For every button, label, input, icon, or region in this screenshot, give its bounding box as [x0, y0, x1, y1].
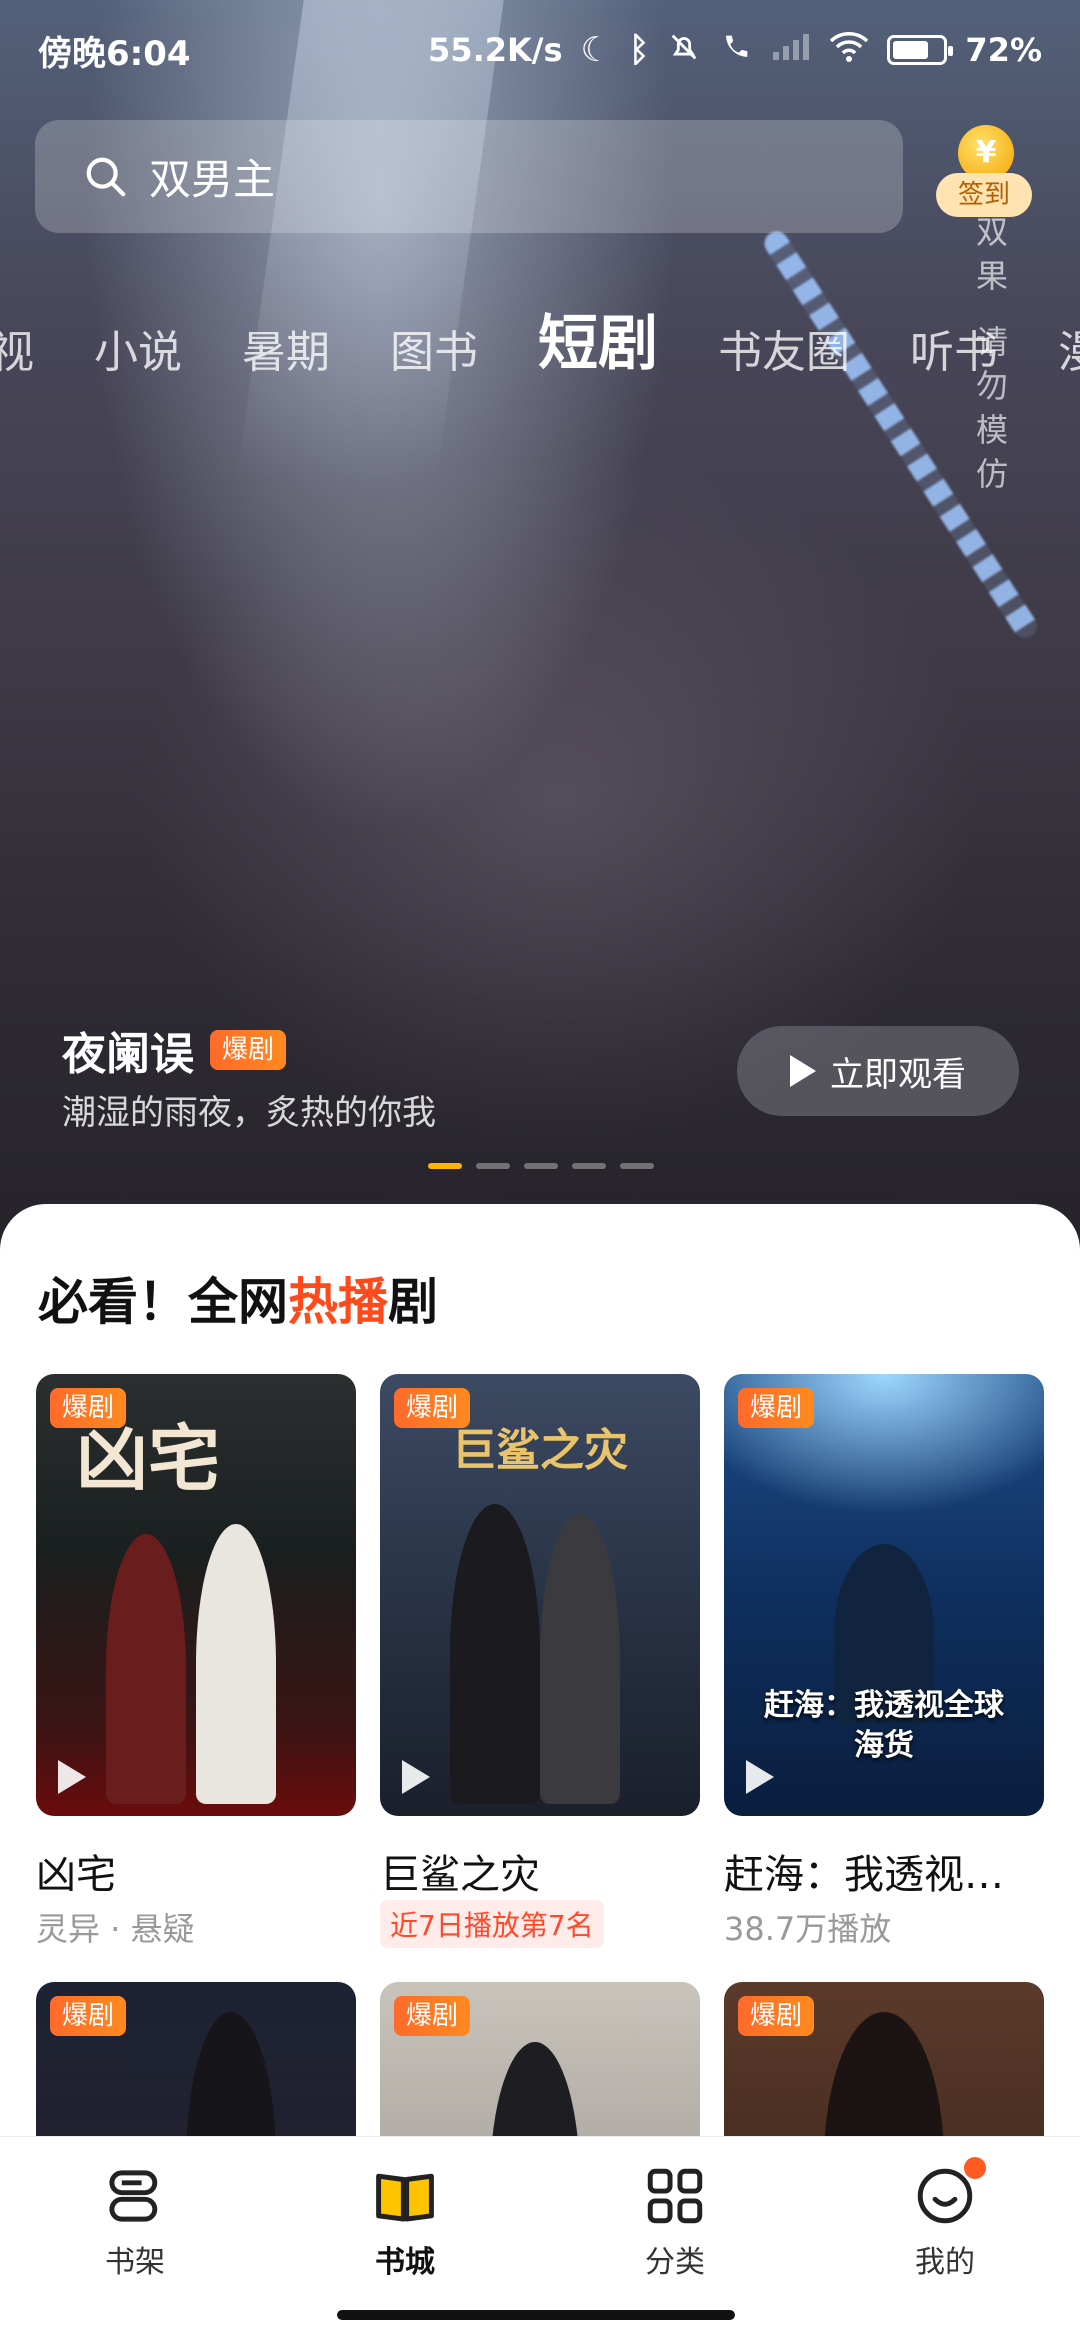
card-title: 巨鲨之灾 [380, 1852, 540, 1898]
section-title-suffix: 剧 [388, 1273, 438, 1331]
battery-fill [893, 41, 928, 59]
status-bar: 傍晚6:04 55.2K/s ☾ ᛒ 72% [0, 0, 1080, 100]
tab-3[interactable]: 图书 [390, 327, 478, 380]
nav-category[interactable]: 分类 [540, 2137, 810, 2287]
play-icon [746, 1760, 774, 1794]
tab-label: 小说 [94, 327, 182, 379]
tab-label: 短剧 [538, 309, 658, 379]
call-icon [719, 30, 753, 70]
network-speed: 55.2K/s [428, 31, 563, 69]
signal-icon [771, 32, 811, 68]
tab-7[interactable]: 漫画 [1058, 327, 1080, 380]
poster-figure [540, 1514, 620, 1804]
battery-percent: 72% [965, 31, 1042, 69]
tab-label: 视 [0, 327, 34, 379]
play-icon [790, 1055, 816, 1087]
tab-5[interactable]: 书友圈 [718, 327, 850, 380]
card-title: 赶海：我透视… [724, 1852, 1004, 1898]
card-subtitle: 38.7万播放 [724, 1910, 892, 1948]
watermark-char: 仿 [975, 455, 1008, 493]
search-icon [86, 157, 126, 196]
banner-badge: 爆剧 [210, 1030, 287, 1070]
poster-image: 赶海：我透视全球海货 爆剧 [724, 1374, 1044, 1816]
app-screen: 傍晚6:04 55.2K/s ☾ ᛒ 72% 双男主 ¥ 签到 双 果 请 勿 … [0, 0, 1080, 2340]
carousel-dot [524, 1163, 558, 1169]
status-icons: 55.2K/s ☾ ᛒ 72% [428, 30, 1042, 70]
search-placeholder: 双男主 [149, 155, 276, 204]
rank-tag: 近7日播放第7名 [380, 1900, 604, 1948]
wifi-icon [829, 31, 869, 69]
card-subtitle: 灵异 · 悬疑 [36, 1910, 195, 1948]
nav-label: 分类 [645, 2245, 705, 2280]
card-badge: 爆剧 [738, 1388, 815, 1428]
search-bar[interactable]: 双男主 [35, 120, 903, 233]
card-badge: 爆剧 [738, 1996, 815, 2036]
tab-2[interactable]: 暑期 [242, 327, 330, 380]
status-time: 傍晚6:04 [38, 33, 191, 74]
section-title: 必看！全网热播剧 [38, 1262, 438, 1334]
banner-title-row: 夜阑误 爆剧 [62, 1018, 287, 1082]
card-badge: 爆剧 [394, 1388, 471, 1428]
poster-image: 凶宅 爆剧 [36, 1374, 356, 1816]
nav-label: 书城 [375, 2245, 435, 2280]
card-title: 凶宅 [36, 1852, 116, 1898]
play-icon [402, 1760, 430, 1794]
nav-mine[interactable]: 我的 [810, 2137, 1080, 2287]
watermark-char: 双 [975, 213, 1008, 251]
mute-bell-icon [667, 30, 701, 70]
moon-icon: ☾ [580, 30, 611, 70]
play-icon [58, 1760, 86, 1794]
bookshelf-icon [109, 2170, 158, 2222]
tab-0[interactable]: 视 [0, 327, 34, 380]
card-badge: 爆剧 [50, 1388, 127, 1428]
tab-label: 漫画 [1058, 327, 1080, 378]
tab-label: 听书 [910, 327, 998, 379]
nav-label: 书架 [105, 2245, 165, 2280]
carousel-indicator [428, 1163, 654, 1169]
home-indicator[interactable] [337, 2310, 735, 2320]
poster-figure [450, 1504, 540, 1804]
tab-label: 书友圈 [718, 327, 850, 379]
tab-1[interactable]: 小说 [94, 327, 182, 380]
poster-image: 巨鲨之灾 爆剧 [380, 1374, 700, 1816]
watch-now-label: 立即观看 [830, 1054, 966, 1095]
battery-icon [887, 35, 954, 65]
poster-figure [106, 1534, 186, 1804]
tab-label: 暑期 [242, 327, 330, 379]
carousel-dot [428, 1163, 462, 1169]
card-badge: 爆剧 [50, 1996, 127, 2036]
watermark-char: 模 [975, 411, 1008, 449]
card-badge: 爆剧 [394, 1996, 471, 2036]
tab-4[interactable]: 短剧 [536, 308, 658, 380]
banner-title: 夜阑误 [62, 1029, 194, 1080]
nav-label: 我的 [915, 2245, 975, 2280]
carousel-dot [476, 1163, 510, 1169]
poster-figure [196, 1524, 276, 1804]
grid-icon [647, 2168, 703, 2224]
section-title-prefix: 必看！全网 [38, 1273, 288, 1331]
hero-banner[interactable]: 傍晚6:04 55.2K/s ☾ ᛒ 72% 双男主 ¥ 签到 双 果 请 勿 … [0, 0, 1080, 1250]
carousel-dot [620, 1163, 654, 1169]
bluetooth-icon: ᛒ [629, 30, 650, 70]
poster-title: 赶海：我透视全球海货 [764, 1688, 1004, 1763]
nav-bookstore[interactable]: 书城 [270, 2137, 540, 2287]
section-title-highlight: 热播 [288, 1273, 388, 1331]
watch-now-button[interactable]: 立即观看 [737, 1026, 1019, 1116]
book-open-icon [376, 2173, 434, 2222]
channel-tabs: 视 小说 暑期 图书 短剧 书友圈 听书 漫画 [0, 270, 1080, 380]
banner-subtitle: 潮湿的雨夜，炙热的你我 [62, 1093, 436, 1133]
nav-bookshelf[interactable]: 书架 [0, 2137, 270, 2287]
carousel-dot [572, 1163, 606, 1169]
tab-6[interactable]: 听书 [910, 327, 998, 380]
notification-dot [964, 2157, 986, 2179]
tab-label: 图书 [390, 327, 478, 379]
